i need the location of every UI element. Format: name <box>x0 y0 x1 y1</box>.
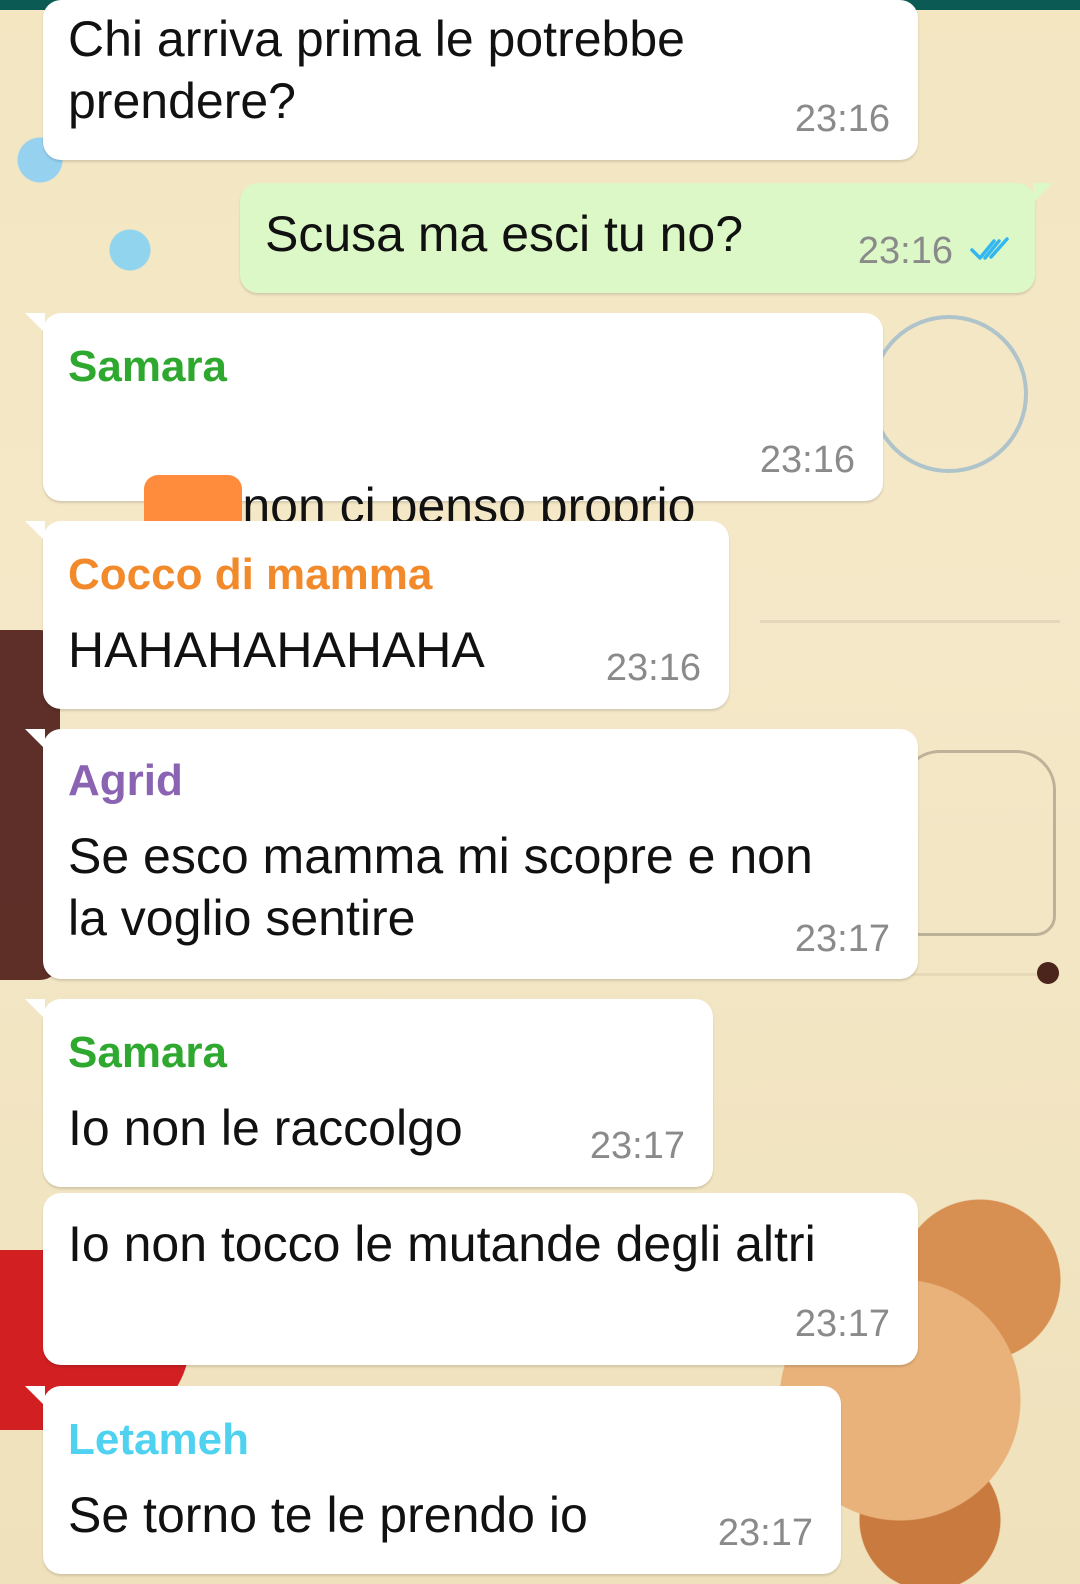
sender-name: Agrid <box>68 756 183 805</box>
message-bubble[interactable]: Io non tocco le mutande degli altri 23:1… <box>43 1193 918 1365</box>
sender-name: Letameh <box>68 1415 249 1464</box>
message-bubble[interactable]: Chi arriva prima le potrebbe prendere? 2… <box>43 0 918 160</box>
outgoing-message-bubble[interactable]: Scusa ma esci tu no? 23:16 <box>240 183 1053 293</box>
message-bubble[interactable]: Cocco di mamma HAHAHAHAHAHA 23:16 <box>25 521 729 709</box>
message-time: 23:16 <box>605 647 701 689</box>
message-text: Se torno te le prendo io <box>68 1487 588 1543</box>
message-time: 23:16 <box>794 98 890 140</box>
message-text: Io non le raccolgo <box>68 1100 463 1156</box>
message-time: 23:16 <box>759 439 855 481</box>
sender-name: Cocco di mamma <box>68 550 433 599</box>
message-text: HAHAHAHAHAHA <box>68 622 485 678</box>
sender-name: Samara <box>68 1028 228 1077</box>
chat-thread: Chi arriva prima le potrebbe prendere? 2… <box>0 0 1080 1584</box>
message-text: Scusa ma esci tu no? <box>265 206 744 262</box>
double-check-icon <box>970 237 1009 260</box>
message-time: 23:16 <box>857 230 953 272</box>
message-time: 23:17 <box>794 918 890 960</box>
message-time: 23:17 <box>794 1303 890 1345</box>
message-text: Se esco mamma mi scopre e non la voglio … <box>68 828 813 946</box>
message-bubble[interactable]: Samara non ci penso proprio 23:16 <box>25 313 883 537</box>
message-time: 23:17 <box>717 1512 813 1554</box>
message-bubble[interactable]: Letameh Se torno te le prendo io 23:17 <box>25 1386 841 1574</box>
message-bubble[interactable]: Samara Io non le raccolgo 23:17 <box>25 999 713 1187</box>
message-bubble[interactable]: Agrid Se esco mamma mi scopre e non la v… <box>25 729 918 979</box>
message-text: Chi arriva prima le potrebbe prendere? <box>68 11 685 129</box>
message-text: Io non tocco le mutande degli altri <box>68 1216 816 1272</box>
message-time: 23:17 <box>589 1125 685 1167</box>
sender-name: Samara <box>68 342 228 391</box>
